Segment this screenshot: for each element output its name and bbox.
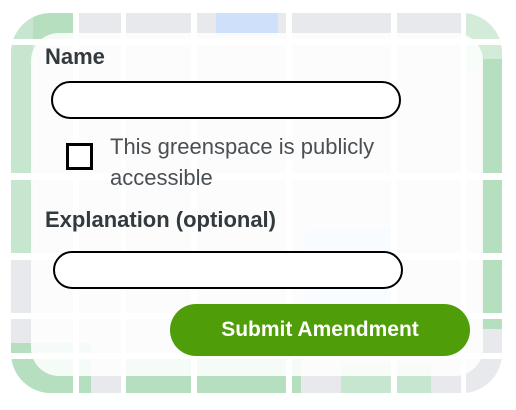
public-access-label: This greenspace is publicly accessible xyxy=(110,134,375,190)
name-field-wrapper xyxy=(51,81,401,119)
explanation-label: Explanation (optional) xyxy=(45,207,276,232)
name-label: Name xyxy=(45,44,105,69)
explanation-input[interactable] xyxy=(55,253,401,287)
explanation-field-wrapper xyxy=(53,251,403,289)
name-input[interactable] xyxy=(53,83,399,117)
submit-amendment-button[interactable]: Submit Amendment xyxy=(170,304,470,356)
public-access-checkbox[interactable] xyxy=(66,143,93,170)
